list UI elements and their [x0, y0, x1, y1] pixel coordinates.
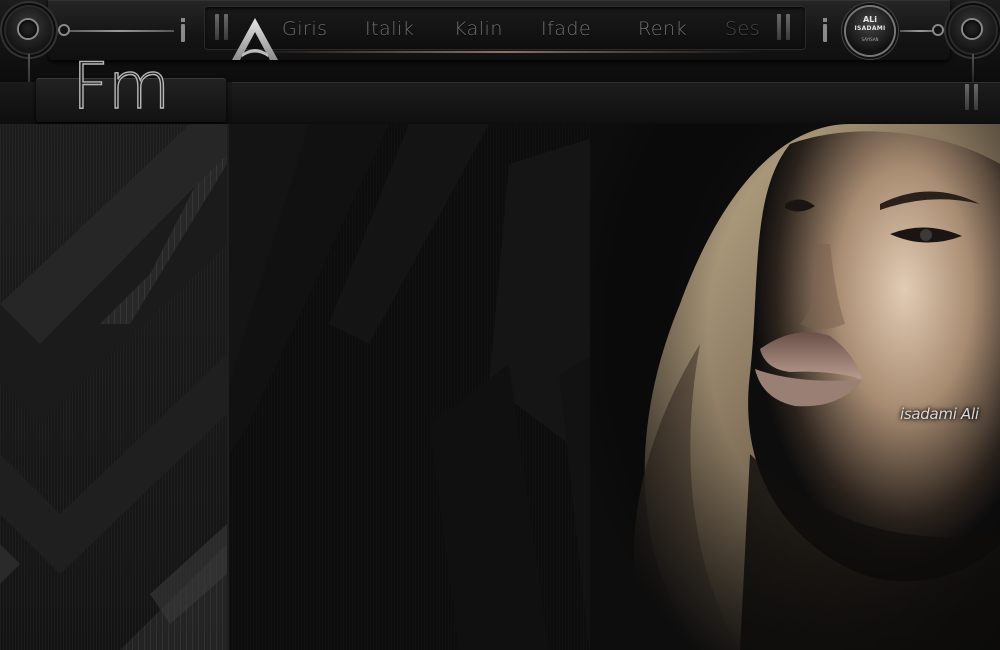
left-knob-icon[interactable] — [6, 7, 52, 53]
menu-item-ses[interactable]: Ses — [725, 14, 773, 44]
right-knob-icon[interactable] — [950, 7, 996, 53]
header-strip — [232, 82, 1000, 122]
artist-signature: isadami Ali — [900, 405, 979, 423]
main-menu: Giris Italik Kalin Ifade Renk Ses — [282, 14, 773, 44]
badge-line-2: ISADAMI — [854, 25, 886, 32]
menu-item-ifade[interactable]: Ifade — [541, 14, 632, 44]
pause-right-icon[interactable] — [774, 14, 794, 40]
badge-line-3: SAYISAN — [861, 37, 879, 42]
menu-item-kalin[interactable]: Kalin — [454, 14, 535, 44]
left-slider-track[interactable] — [64, 30, 174, 32]
knob-stem-right — [972, 54, 974, 82]
menu-item-renk[interactable]: Renk — [638, 14, 721, 44]
tab-pause-icon[interactable] — [962, 84, 982, 110]
left-panel-art — [0, 124, 227, 650]
badge-line-1: ALi — [862, 15, 878, 24]
logo-a-icon[interactable] — [228, 14, 282, 66]
menu-item-giris[interactable]: Giris — [282, 14, 357, 44]
info-icon-left[interactable] — [181, 18, 185, 42]
portrait-artwork — [590, 124, 1000, 650]
brand-badge: ALi ISADAMI SAYISAN — [846, 7, 894, 55]
left-side-panel — [0, 124, 229, 650]
menu-item-italik[interactable]: Italik — [365, 14, 448, 44]
info-icon-right[interactable] — [823, 18, 827, 42]
fm-tab-label: Fm — [71, 49, 171, 124]
left-slider-handle[interactable] — [60, 26, 68, 34]
right-slider-handle[interactable] — [934, 26, 942, 34]
